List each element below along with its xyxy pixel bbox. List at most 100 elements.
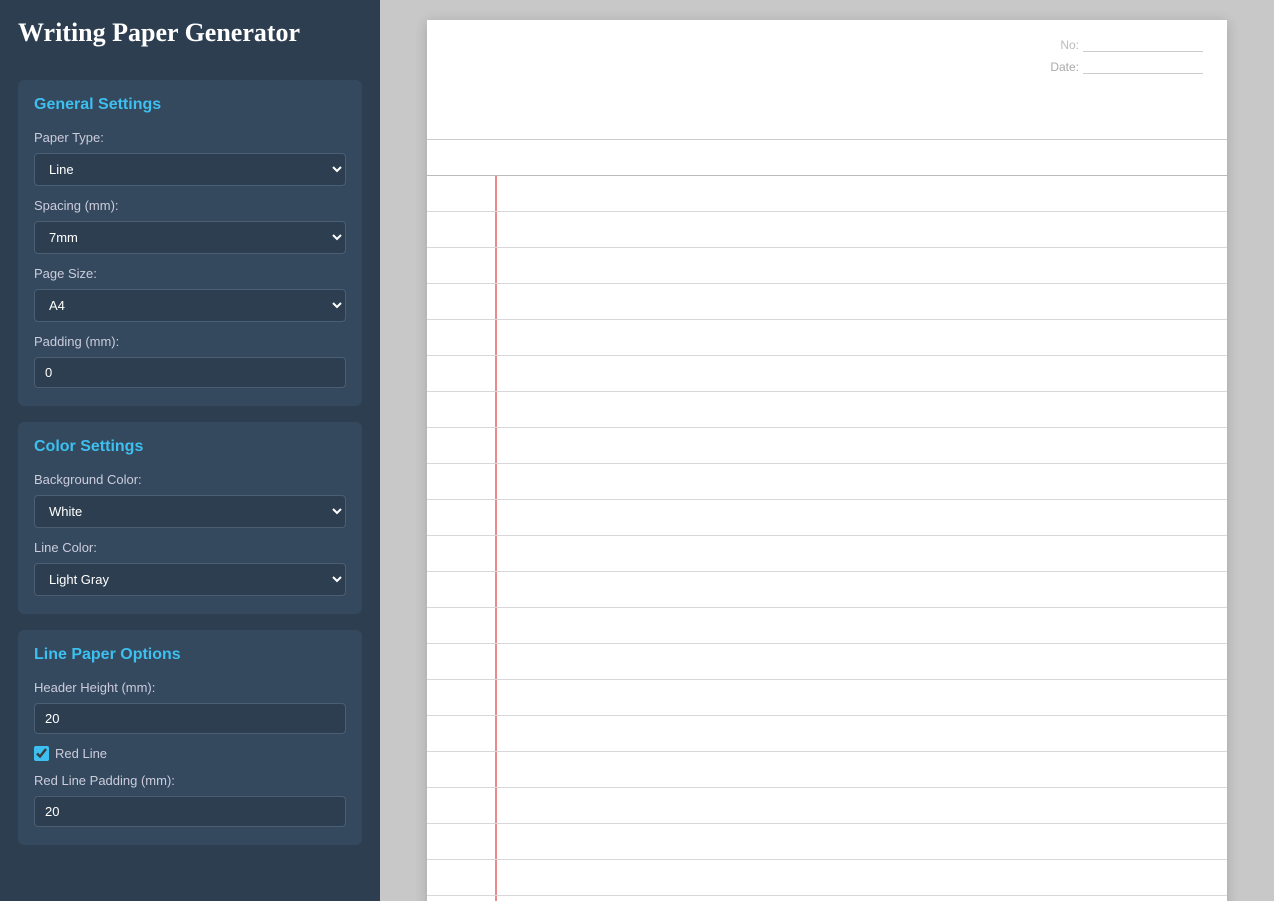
margin-col xyxy=(427,320,497,355)
red-line-checkbox-label[interactable]: Red Line xyxy=(34,746,346,761)
margin-col xyxy=(427,212,497,247)
table-row xyxy=(427,428,1227,464)
writing-col xyxy=(497,428,1227,463)
line-paper-options-title: Line Paper Options xyxy=(34,646,346,664)
main-area: No: Date: xyxy=(380,0,1274,901)
writing-col xyxy=(497,176,1227,211)
padding-field: Padding (mm): xyxy=(34,334,346,388)
table-row xyxy=(427,284,1227,320)
paper-type-label: Paper Type: xyxy=(34,130,346,145)
color-settings-section: Color Settings Background Color: White C… xyxy=(18,422,362,614)
margin-col xyxy=(427,716,497,751)
writing-col xyxy=(497,536,1227,571)
writing-col xyxy=(497,248,1227,283)
margin-col xyxy=(427,860,497,895)
margin-col xyxy=(427,248,497,283)
writing-col xyxy=(497,788,1227,823)
paper-header: No: Date: xyxy=(427,20,1227,140)
margin-col xyxy=(427,680,497,715)
writing-col xyxy=(497,824,1227,859)
table-row xyxy=(427,644,1227,680)
table-row xyxy=(427,572,1227,608)
line-color-label: Line Color: xyxy=(34,540,346,555)
writing-col xyxy=(497,860,1227,895)
margin-col xyxy=(427,896,497,901)
date-label: Date: xyxy=(1050,60,1079,74)
margin-col xyxy=(427,356,497,391)
red-line-padding-field: Red Line Padding (mm): xyxy=(34,773,346,827)
paper-preview: No: Date: xyxy=(427,20,1227,901)
writing-col xyxy=(497,320,1227,355)
writing-col xyxy=(497,500,1227,535)
date-line: Date: xyxy=(1050,60,1203,74)
header-height-input[interactable] xyxy=(34,703,346,734)
writing-col xyxy=(497,356,1227,391)
table-row xyxy=(427,212,1227,248)
writing-col xyxy=(497,212,1227,247)
page-size-label: Page Size: xyxy=(34,266,346,281)
table-row xyxy=(427,716,1227,752)
table-row xyxy=(427,860,1227,896)
no-label: No: xyxy=(1060,38,1079,52)
margin-col xyxy=(427,824,497,859)
red-line-label-text: Red Line xyxy=(55,746,107,761)
bg-color-select[interactable]: White Cream Yellow Blue Pink xyxy=(34,495,346,528)
table-row xyxy=(427,356,1227,392)
writing-col xyxy=(497,896,1227,901)
writing-col xyxy=(497,572,1227,607)
line-color-select[interactable]: Light Gray Gray Blue Red Black xyxy=(34,563,346,596)
margin-col xyxy=(427,572,497,607)
margin-col xyxy=(427,788,497,823)
spacing-field: Spacing (mm): 5mm 6mm 7mm 8mm 10mm xyxy=(34,198,346,254)
bg-color-field: Background Color: White Cream Yellow Blu… xyxy=(34,472,346,528)
line-paper-options-section: Line Paper Options Header Height (mm): R… xyxy=(18,630,362,845)
margin-col xyxy=(427,428,497,463)
writing-col xyxy=(497,608,1227,643)
red-line-padding-input[interactable] xyxy=(34,796,346,827)
paper-type-select[interactable]: Line Grid Dot Blank xyxy=(34,153,346,186)
date-underline xyxy=(1083,60,1203,74)
writing-col xyxy=(497,284,1227,319)
table-row xyxy=(427,500,1227,536)
bg-color-label: Background Color: xyxy=(34,472,346,487)
sidebar: Writing Paper Generator General Settings… xyxy=(0,0,380,901)
color-settings-title: Color Settings xyxy=(34,438,346,456)
padding-input[interactable] xyxy=(34,357,346,388)
margin-col xyxy=(427,752,497,787)
app-title: Writing Paper Generator xyxy=(18,18,362,58)
paper-writing-area xyxy=(427,140,1227,901)
table-row xyxy=(427,896,1227,901)
red-line-field: Red Line xyxy=(34,746,346,761)
table-row xyxy=(427,752,1227,788)
margin-col xyxy=(427,608,497,643)
page-size-field: Page Size: A4 A3 A5 Letter Legal xyxy=(34,266,346,322)
line-color-field: Line Color: Light Gray Gray Blue Red Bla… xyxy=(34,540,346,596)
writing-col xyxy=(497,752,1227,787)
header-height-field: Header Height (mm): xyxy=(34,680,346,734)
margin-col xyxy=(427,500,497,535)
red-line-padding-label: Red Line Padding (mm): xyxy=(34,773,346,788)
writing-col xyxy=(497,464,1227,499)
page-size-select[interactable]: A4 A3 A5 Letter Legal xyxy=(34,289,346,322)
paper-type-field: Paper Type: Line Grid Dot Blank xyxy=(34,130,346,186)
header-separator-row xyxy=(427,140,1227,176)
table-row xyxy=(427,824,1227,860)
red-line-checkbox[interactable] xyxy=(34,746,49,761)
margin-col xyxy=(427,284,497,319)
margin-col xyxy=(427,176,497,211)
no-underline xyxy=(1083,38,1203,52)
no-line: No: xyxy=(1060,38,1203,52)
general-settings-title: General Settings xyxy=(34,96,346,114)
spacing-label: Spacing (mm): xyxy=(34,198,346,213)
writing-col xyxy=(497,716,1227,751)
table-row xyxy=(427,680,1227,716)
margin-col xyxy=(427,392,497,427)
table-row xyxy=(427,464,1227,500)
table-row xyxy=(427,608,1227,644)
table-row xyxy=(427,392,1227,428)
table-row xyxy=(427,176,1227,212)
spacing-select[interactable]: 5mm 6mm 7mm 8mm 10mm xyxy=(34,221,346,254)
writing-col xyxy=(497,644,1227,679)
margin-col xyxy=(427,644,497,679)
header-height-label: Header Height (mm): xyxy=(34,680,346,695)
